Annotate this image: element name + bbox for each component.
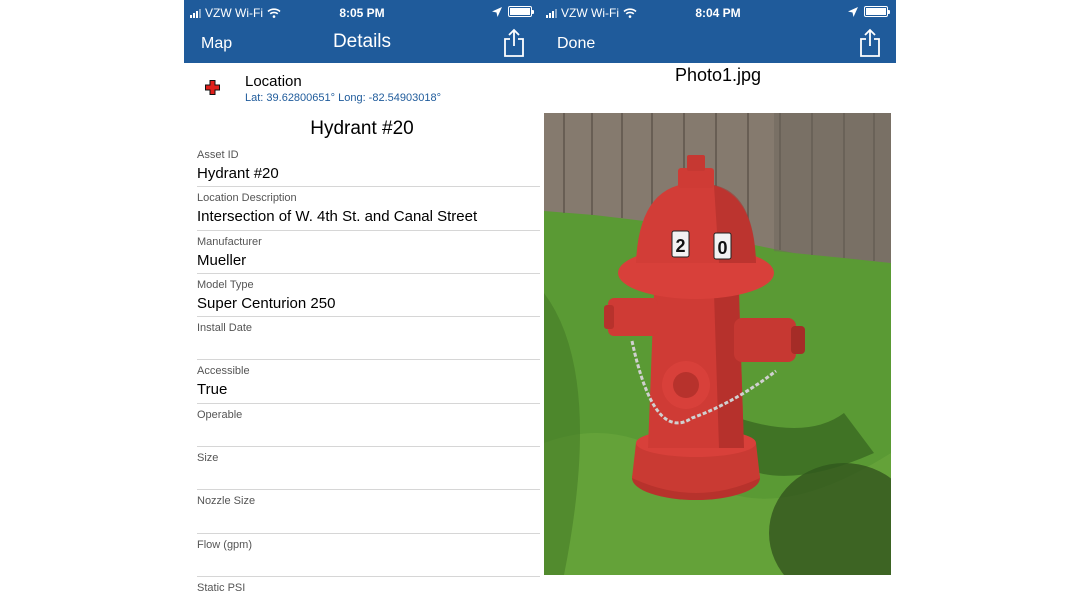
field-label: Accessible bbox=[197, 365, 250, 378]
location-coordinates: Lat: 39.62800651° Long: -82.54903018° bbox=[245, 92, 441, 104]
asset-title: Hydrant #20 bbox=[310, 118, 414, 139]
field-value: Hydrant #20 bbox=[197, 165, 279, 182]
field-value: True bbox=[197, 381, 228, 399]
navigation-bar: VZW Wi-Fi 8:05 PM Map Details bbox=[184, 0, 540, 63]
field-install-date: Install Date bbox=[197, 317, 540, 361]
share-icon[interactable] bbox=[858, 28, 882, 58]
location-arrow-icon bbox=[848, 6, 858, 17]
field-operable: Operable bbox=[197, 404, 540, 448]
battery-icon bbox=[864, 6, 890, 17]
location-title: Location bbox=[245, 73, 302, 90]
field-nozzle-size: Nozzle Size bbox=[197, 490, 540, 534]
field-location-description: Location Description Intersection of W. … bbox=[197, 187, 540, 231]
field-asset-id: Asset ID Hydrant #20 bbox=[197, 144, 540, 188]
field-label: Size bbox=[197, 452, 219, 465]
field-model-type: Model Type Super Centurion 250 bbox=[197, 274, 540, 318]
field-label: Operable bbox=[197, 408, 243, 421]
battery-icon bbox=[508, 6, 534, 17]
field-label: Flow (gpm) bbox=[197, 538, 253, 551]
field-flow: Flow (gpm) bbox=[197, 534, 540, 577]
page-title: Details bbox=[332, 31, 392, 52]
location-row[interactable]: Location Lat: 39.62800651° Long: -82.549… bbox=[184, 63, 540, 111]
hydrant-number-left: 2 bbox=[675, 236, 685, 256]
status-bar: VZW Wi-Fi 8:05 PM bbox=[184, 0, 540, 26]
hydrant-marker-icon bbox=[205, 80, 220, 95]
photo-screen: VZW Wi-Fi 8:04 PM Done Photo1.jpg 2 0 bbox=[540, 0, 896, 607]
field-label: Nozzle Size bbox=[197, 495, 256, 508]
field-label: Static PSI bbox=[197, 581, 246, 594]
hydrant-photo[interactable]: 2 0 bbox=[544, 113, 891, 575]
field-value: Intersection of W. 4th St. and Canal Str… bbox=[197, 208, 478, 226]
field-label: Install Date bbox=[197, 322, 253, 335]
details-screen: VZW Wi-Fi 8:05 PM Map Details Location L… bbox=[184, 0, 540, 607]
field-label: Model Type bbox=[197, 278, 254, 291]
navigation-bar: VZW Wi-Fi 8:04 PM Done bbox=[540, 0, 896, 63]
share-icon[interactable] bbox=[502, 28, 526, 58]
status-time: 8:05 PM bbox=[339, 6, 385, 20]
attribute-list: Asset ID Hydrant #20 Location Descriptio… bbox=[197, 144, 540, 607]
field-label: Location Description bbox=[197, 192, 297, 205]
field-size: Size bbox=[197, 447, 540, 491]
status-bar: VZW Wi-Fi 8:04 PM bbox=[540, 0, 896, 26]
field-static-psi: Static PSI bbox=[197, 577, 540, 607]
field-label: Asset ID bbox=[197, 149, 239, 161]
done-button[interactable]: Done bbox=[557, 35, 595, 53]
photo-title: Photo1.jpg bbox=[674, 65, 762, 85]
field-label: Manufacturer bbox=[197, 235, 262, 248]
hydrant-number-right: 0 bbox=[717, 238, 727, 258]
field-manufacturer: Manufacturer Mueller bbox=[197, 231, 540, 274]
status-time: 8:04 PM bbox=[695, 6, 741, 20]
field-value: Mueller bbox=[197, 251, 247, 269]
field-accessible: Accessible True bbox=[197, 360, 540, 404]
field-value: Super Centurion 250 bbox=[197, 294, 336, 312]
location-arrow-icon bbox=[492, 6, 502, 17]
